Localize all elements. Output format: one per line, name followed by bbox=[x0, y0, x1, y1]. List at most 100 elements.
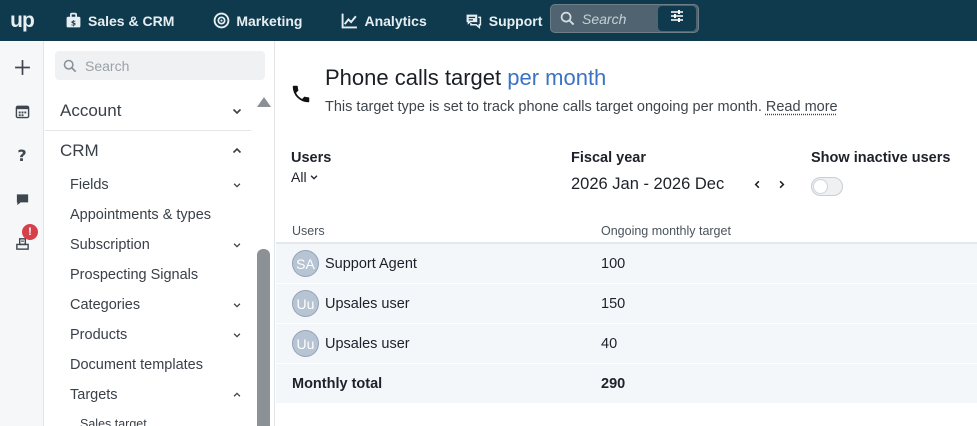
fiscal-year-value: 2026 Jan - 2026 Dec bbox=[571, 175, 725, 193]
column-header-users: Users bbox=[292, 224, 325, 238]
table-row[interactable]: Uu Upsales user 40 bbox=[276, 324, 977, 364]
row-user-name: Upsales user bbox=[325, 335, 410, 352]
row-user-name: Support Agent bbox=[325, 255, 417, 272]
nav-analytics-label: Analytics bbox=[364, 12, 427, 29]
row-target-value[interactable]: 100 bbox=[601, 256, 625, 272]
page-description: This target type is set to track phone c… bbox=[325, 99, 838, 115]
table-row[interactable]: Uu Upsales user 150 bbox=[276, 284, 977, 324]
page-title-accent: per month bbox=[507, 65, 607, 90]
briefcase-icon: $ bbox=[64, 12, 82, 30]
avatar: SA bbox=[292, 250, 319, 277]
chevron-down-icon bbox=[231, 105, 243, 117]
sidebar-item-products[interactable]: Products bbox=[45, 320, 251, 350]
sidebar-item-subscription[interactable]: Subscription bbox=[45, 230, 251, 260]
scrollbar-thumb[interactable] bbox=[257, 249, 270, 426]
page-description-text: This target type is set to track phone c… bbox=[325, 99, 762, 115]
users-filter-value: All bbox=[291, 169, 307, 185]
sidebar-section-crm[interactable]: CRM bbox=[45, 131, 251, 171]
sidebar-section-crm-label: CRM bbox=[60, 141, 99, 160]
chevron-down-icon bbox=[309, 172, 319, 182]
calendar-icon[interactable] bbox=[0, 96, 44, 126]
read-more-link[interactable]: Read more bbox=[766, 99, 838, 115]
target-settings-panel: Phone calls target per month This target… bbox=[276, 41, 977, 426]
avatar: Uu bbox=[292, 330, 319, 357]
sidebar-item-categories[interactable]: Categories bbox=[45, 290, 251, 320]
page-title: Phone calls target per month bbox=[325, 65, 606, 91]
chevron-down-icon bbox=[231, 179, 243, 191]
show-inactive-toggle[interactable] bbox=[811, 177, 843, 196]
sidebar-item-targets[interactable]: Targets bbox=[45, 380, 251, 410]
sidebar-item-label: Fields bbox=[70, 177, 109, 193]
quick-action-rail: ? ! bbox=[0, 41, 44, 426]
total-label: Monthly total bbox=[292, 375, 383, 392]
global-search[interactable]: Search bbox=[550, 4, 699, 33]
settings-search[interactable] bbox=[55, 51, 265, 80]
target-icon bbox=[212, 12, 230, 30]
svg-text:$: $ bbox=[70, 18, 75, 27]
chevron-right-icon bbox=[776, 179, 787, 190]
phone-icon bbox=[290, 83, 312, 105]
table-row[interactable]: SA Support Agent 100 bbox=[276, 244, 977, 284]
sidebar-item-fields[interactable]: Fields bbox=[45, 170, 251, 200]
sidebar-section-account-label: Account bbox=[60, 101, 122, 120]
column-header-target: Ongoing monthly target bbox=[601, 224, 731, 238]
users-filter-select[interactable]: All bbox=[291, 169, 319, 185]
sliders-icon bbox=[669, 8, 685, 29]
sidebar-item-label: Categories bbox=[70, 297, 141, 313]
total-value: 290 bbox=[601, 375, 626, 392]
global-search-placeholder: Search bbox=[582, 10, 627, 27]
sidebar-item-label: Products bbox=[70, 327, 128, 343]
sidebar-item-label: Subscription bbox=[70, 237, 150, 253]
page-title-main: Phone calls target bbox=[325, 65, 502, 90]
avatar: Uu bbox=[292, 290, 319, 317]
sidebar-item-prospecting-signals[interactable]: Prospecting Signals bbox=[45, 260, 251, 290]
row-target-value[interactable]: 150 bbox=[601, 296, 625, 312]
show-inactive-label: Show inactive users bbox=[811, 150, 951, 166]
next-year-button[interactable] bbox=[773, 175, 789, 193]
nav-analytics[interactable]: Analytics bbox=[320, 0, 444, 41]
sidebar-item-appointments[interactable]: Appointments & types bbox=[45, 200, 251, 230]
help-icon[interactable]: ? bbox=[0, 140, 44, 170]
chevron-down-icon bbox=[231, 329, 243, 341]
sidebar-item-sales-target[interactable]: Sales target bbox=[45, 413, 251, 426]
nav-support[interactable]: Support bbox=[445, 0, 561, 41]
nav-marketing[interactable]: Marketing bbox=[192, 0, 320, 41]
search-filter-button[interactable] bbox=[658, 6, 696, 31]
chat-icon bbox=[465, 12, 483, 30]
chat-icon[interactable] bbox=[0, 184, 44, 214]
row-user-name: Upsales user bbox=[325, 295, 410, 312]
nav-marketing-label: Marketing bbox=[236, 12, 303, 29]
chevron-up-icon bbox=[231, 389, 243, 401]
sidebar-item-label: Prospecting Signals bbox=[70, 267, 199, 283]
chevron-left-icon bbox=[752, 179, 763, 190]
previous-year-button[interactable] bbox=[749, 175, 765, 193]
chevron-down-icon bbox=[231, 299, 243, 311]
nav-support-label: Support bbox=[488, 12, 543, 29]
sidebar-item-label: Targets bbox=[70, 387, 118, 403]
chevron-down-icon bbox=[231, 239, 243, 251]
settings-sidebar: Account CRM Fields Appointments & types … bbox=[45, 41, 275, 426]
nav-sales-crm[interactable]: $ Sales & CRM bbox=[44, 0, 192, 41]
plus-icon[interactable] bbox=[0, 52, 44, 82]
targets-table: Users Ongoing monthly target SA Support … bbox=[276, 219, 977, 404]
settings-search-input[interactable] bbox=[85, 57, 255, 74]
sidebar-item-label: Appointments & types bbox=[70, 207, 212, 223]
sidebar-section-account[interactable]: Account bbox=[45, 91, 251, 131]
fiscal-year-label: Fiscal year bbox=[571, 150, 646, 166]
sidebar-item-document-templates[interactable]: Document templates bbox=[45, 350, 251, 380]
table-header: Users Ongoing monthly target bbox=[276, 219, 977, 244]
search-icon bbox=[560, 11, 576, 26]
chart-line-icon bbox=[340, 12, 358, 30]
notification-badge: ! bbox=[22, 224, 38, 240]
table-total-row: Monthly total 290 bbox=[276, 364, 977, 404]
sidebar-item-label: Sales target bbox=[80, 417, 147, 426]
nav-sales-crm-label: Sales & CRM bbox=[88, 12, 175, 29]
scroll-up-arrow-icon[interactable] bbox=[257, 97, 271, 107]
users-filter-label: Users bbox=[291, 150, 332, 166]
sidebar-item-label: Document templates bbox=[70, 357, 203, 373]
chevron-up-icon bbox=[231, 145, 243, 157]
sidebar-scrollbar[interactable] bbox=[256, 93, 271, 426]
upsales-logo[interactable]: up bbox=[0, 0, 44, 41]
toggle-knob bbox=[813, 179, 828, 194]
row-target-value[interactable]: 40 bbox=[601, 336, 617, 352]
